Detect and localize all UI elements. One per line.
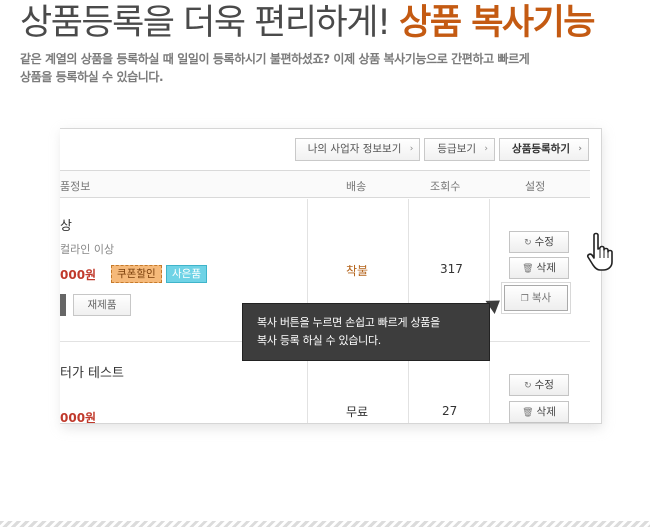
refresh-icon: ↻ bbox=[524, 381, 532, 391]
refresh-icon: ↻ bbox=[524, 238, 532, 248]
restock-button[interactable]: 재제품 bbox=[73, 294, 131, 316]
copy-icon: ❐ bbox=[520, 294, 529, 304]
header-settings: 설정 bbox=[525, 180, 546, 193]
product-price: 000원 bbox=[60, 411, 97, 424]
product-option: 컬라인 이상 bbox=[60, 243, 115, 256]
product-management-panel: 나의 사업자 정보보기 › 등급보기 › 상품등록하기 › 품정보 배송 조회수… bbox=[60, 128, 602, 424]
feature-description: 같은 계열의 상품을 등록하실 때 일일이 등록하시기 불편하셨죠? 이제 상품… bbox=[20, 50, 620, 86]
chevron-right-icon: › bbox=[484, 144, 489, 154]
delete-button[interactable]: 🗑 삭제 bbox=[509, 257, 569, 279]
top-button-group: 나의 사업자 정보보기 › 등급보기 › 상품등록하기 › bbox=[294, 138, 589, 161]
delete-label: 삭제 bbox=[536, 262, 556, 274]
views-value: 317 bbox=[440, 262, 463, 276]
product-name[interactable]: 터가 테스트 bbox=[60, 362, 124, 381]
grade-view-button[interactable]: 등급보기 › bbox=[424, 138, 496, 161]
chevron-right-icon: › bbox=[409, 144, 414, 154]
chevron-right-icon: › bbox=[578, 144, 582, 154]
coupon-badge: 쿠폰할인 bbox=[111, 265, 162, 283]
copy-tooltip: 복사 버튼을 누르면 손쉽고 빠르게 상품을 복사 등록 하실 수 있습니다. bbox=[242, 303, 490, 361]
description-line-1: 같은 계열의 상품을 등록하실 때 일일이 등록하시기 불편하셨죠? 이제 상품… bbox=[20, 52, 530, 66]
edit-label: 수정 bbox=[534, 236, 554, 248]
shipping-value: 무료 bbox=[346, 405, 369, 419]
trash-icon: 🗑 bbox=[522, 408, 534, 418]
copy-button[interactable]: ❐ 복사 bbox=[504, 285, 568, 311]
footer-divider bbox=[0, 521, 650, 527]
tooltip-line-1: 복사 버튼을 누르면 손쉽고 빠르게 상품을 bbox=[257, 316, 440, 329]
grade-view-label: 등급보기 bbox=[437, 143, 477, 155]
hand-pointer-icon bbox=[587, 232, 613, 271]
headline-accent: 상품 복사기능 bbox=[399, 3, 595, 43]
gift-badge: 사은품 bbox=[166, 265, 207, 283]
copy-label: 복사 bbox=[531, 292, 552, 304]
seller-info-button[interactable]: 나의 사업자 정보보기 › bbox=[294, 138, 421, 161]
edit-label: 수정 bbox=[534, 379, 554, 391]
product-price: 000원 bbox=[60, 268, 97, 282]
headline: 상품등록을 더욱 편리하게! 상품 복사기능 bbox=[20, 2, 596, 44]
seller-info-label: 나의 사업자 정보보기 bbox=[307, 143, 402, 155]
header-shipping: 배송 bbox=[346, 180, 367, 193]
delete-button[interactable]: 🗑 삭제 bbox=[509, 401, 569, 423]
edit-button[interactable]: ↻ 수정 bbox=[509, 374, 569, 396]
register-product-button[interactable]: 상품등록하기 › bbox=[499, 138, 589, 161]
register-product-label: 상품등록하기 bbox=[512, 143, 570, 155]
header-product-info: 품정보 bbox=[60, 180, 91, 193]
trash-icon: 🗑 bbox=[522, 264, 534, 274]
description-line-2: 상품을 등록하실 수 있습니다. bbox=[20, 70, 164, 84]
action-button-edge[interactable] bbox=[60, 294, 66, 316]
header-views: 조회수 bbox=[430, 180, 461, 193]
tooltip-line-2: 복사 등록 하실 수 있습니다. bbox=[257, 334, 382, 347]
table-header: 품정보 배송 조회수 설정 bbox=[60, 170, 590, 198]
headline-plain: 상품등록을 더욱 편리하게! bbox=[20, 3, 391, 43]
views-value: 27 bbox=[442, 404, 458, 418]
shipping-value: 착불 bbox=[346, 264, 369, 278]
product-name[interactable]: 상 bbox=[60, 215, 72, 234]
delete-label: 삭제 bbox=[536, 406, 556, 418]
edit-button[interactable]: ↻ 수정 bbox=[509, 231, 569, 253]
